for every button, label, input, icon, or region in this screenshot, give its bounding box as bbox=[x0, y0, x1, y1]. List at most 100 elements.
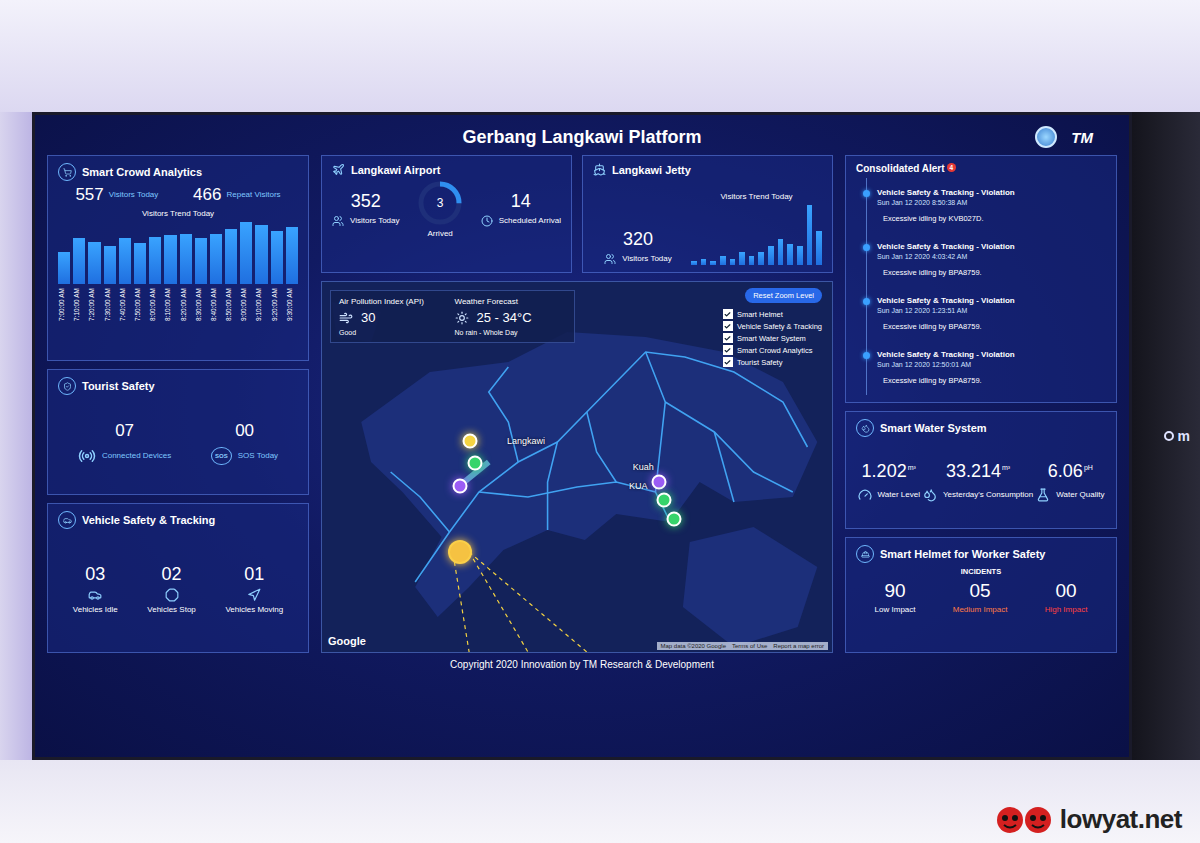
side-screen-text: m bbox=[1164, 428, 1190, 444]
chart-bar bbox=[119, 238, 131, 283]
chart-bar bbox=[210, 234, 222, 284]
jetty-panel: Langkawi Jetty320Visitors TodayVisitors … bbox=[582, 155, 833, 273]
map-pin[interactable] bbox=[448, 540, 472, 564]
chart-bar bbox=[240, 222, 252, 284]
checkbox[interactable] bbox=[723, 345, 733, 355]
chart-bar bbox=[797, 246, 803, 265]
panel-title: Langkawi Airport bbox=[351, 164, 440, 176]
environment-box: Air Pollution Index (API)30GoodWeather F… bbox=[330, 290, 575, 343]
stat-value: 557 bbox=[75, 185, 103, 205]
check-icon bbox=[724, 323, 731, 330]
wall-left bbox=[0, 112, 32, 760]
map-pin[interactable] bbox=[462, 434, 477, 449]
photo-page: Gerbang Langkawi PlatformTM Smart Crowd A… bbox=[0, 0, 1200, 843]
axis-label: 8:20:00 AM bbox=[180, 288, 192, 332]
chart-bar bbox=[730, 259, 736, 265]
chart-bar bbox=[134, 243, 146, 284]
helmet-stat: 00High Impact bbox=[1045, 580, 1088, 614]
helmet-stats: 90Low Impact05Medium Impact00High Impact bbox=[856, 580, 1106, 614]
watermark-logo-icon bbox=[996, 806, 1054, 834]
layer-checkbox[interactable]: Smart Water System bbox=[723, 333, 822, 343]
map-pin[interactable] bbox=[468, 456, 483, 471]
api-title: Air Pollution Index (API) bbox=[339, 297, 451, 306]
place-label: Langkawi bbox=[507, 436, 545, 446]
layer-checkbox[interactable]: Smart Crowd Analytics bbox=[723, 345, 822, 355]
tourist-stat: 07Connected Devices bbox=[78, 421, 171, 465]
layer-checkbox[interactable]: Tourist Safety bbox=[723, 357, 822, 367]
chart-bar bbox=[271, 231, 283, 284]
arrived-ring: 3Arrived bbox=[417, 180, 463, 239]
checkbox[interactable] bbox=[723, 321, 733, 331]
chart-bar bbox=[787, 244, 793, 265]
map-panel[interactable]: Air Pollution Index (API)30GoodWeather F… bbox=[321, 281, 833, 653]
chart-axis: 7:00:00 AM7:10:00 AM7:20:00 AM7:30:00 AM… bbox=[58, 288, 298, 332]
stat-value: 33.214m³ bbox=[946, 461, 1010, 482]
alert-item[interactable]: Vehicle Safety & Tracking - ViolationSun… bbox=[877, 350, 1106, 385]
axis-label: 7:30:00 AM bbox=[104, 288, 116, 332]
map-pin[interactable] bbox=[656, 493, 671, 508]
checkbox[interactable] bbox=[723, 357, 733, 367]
chart-bar bbox=[225, 229, 237, 283]
stat-label: SOS Today bbox=[238, 451, 278, 461]
title-bar: Gerbang Langkawi PlatformTM bbox=[47, 119, 1117, 155]
vehicle-stat: 01 Vehicles Moving bbox=[225, 564, 283, 614]
car-glyph-icon bbox=[63, 516, 72, 525]
airport-visitors: 352Visitors Today bbox=[332, 191, 400, 227]
chart-bar bbox=[749, 256, 755, 265]
layer-list: Smart Helmet Vehicle Safety & Tracking Sma… bbox=[723, 309, 822, 367]
stat-value: 05 bbox=[970, 580, 991, 602]
side-dot-icon bbox=[1164, 431, 1174, 441]
reset-zoom-button[interactable]: Reset Zoom Level bbox=[745, 288, 822, 303]
stat-label: Vehicles Moving bbox=[225, 605, 283, 615]
alert-item[interactable]: Vehicle Safety & Tracking - ViolationSun… bbox=[877, 242, 1106, 277]
map-pin[interactable] bbox=[651, 474, 666, 489]
stat-label: Visitors Today bbox=[109, 190, 159, 200]
map-pin[interactable] bbox=[452, 478, 467, 493]
chart-bar bbox=[73, 238, 85, 283]
checkbox[interactable] bbox=[723, 309, 733, 319]
stat-label: Visitors Today bbox=[350, 216, 400, 226]
alert-item[interactable]: Vehicle Safety & Tracking - ViolationSun… bbox=[877, 188, 1106, 223]
map-pin[interactable] bbox=[666, 511, 681, 526]
stat-label: Repeat Visitors bbox=[226, 190, 280, 200]
users-icon bbox=[332, 215, 344, 227]
attribution-link[interactable]: Report a map error bbox=[773, 643, 824, 649]
wall-bottom: lowyat.net bbox=[0, 760, 1200, 843]
chart-bar bbox=[255, 225, 267, 284]
panel-header: Consolidated Alert4 bbox=[856, 163, 1106, 174]
dashboard-screen: Gerbang Langkawi PlatformTM Smart Crowd A… bbox=[32, 112, 1132, 760]
wall-top bbox=[0, 0, 1200, 112]
axis-label: 8:00:00 AM bbox=[149, 288, 161, 332]
api-cell: Air Pollution Index (API)30Good bbox=[339, 297, 451, 336]
stat-value: 00 bbox=[1055, 580, 1076, 602]
layer-label: Vehicle Safety & Tracking bbox=[737, 322, 822, 331]
axis-label: 7:10:00 AM bbox=[73, 288, 85, 332]
watermark: lowyat.net bbox=[996, 804, 1182, 835]
chart-bar bbox=[58, 252, 70, 284]
stat-value: 01 bbox=[244, 564, 264, 585]
layer-checkbox[interactable]: Smart Helmet bbox=[723, 309, 822, 319]
chart-bar bbox=[164, 235, 176, 283]
attribution-link[interactable]: Map data ©2020 Google bbox=[661, 643, 726, 649]
layer-checkbox[interactable]: Vehicle Safety & Tracking bbox=[723, 321, 822, 331]
axis-label: 7:50:00 AM bbox=[134, 288, 146, 332]
chart-bar bbox=[710, 261, 716, 265]
chart-title: Visitors Trend Today bbox=[58, 209, 298, 218]
axis-label: 8:50:00 AM bbox=[225, 288, 237, 332]
attribution-link[interactable]: Terms of Use bbox=[732, 643, 767, 649]
tm-logo: TM bbox=[1071, 129, 1093, 146]
place-label: KUA bbox=[629, 481, 648, 491]
crowd-stat: 466Repeat Visitors bbox=[193, 185, 280, 205]
weather-value-row: 25 - 34°C bbox=[455, 310, 567, 325]
stat-label: Visitors Today bbox=[622, 254, 672, 264]
checkbox[interactable] bbox=[723, 333, 733, 343]
alert-title: Vehicle Safety & Tracking - Violation bbox=[877, 188, 1106, 197]
alert-time: Sun Jan 12 2020 4:03:42 AM bbox=[877, 253, 1106, 260]
alert-item[interactable]: Vehicle Safety & Tracking - ViolationSun… bbox=[877, 296, 1106, 331]
alert-panel: Consolidated Alert4 Vehicle Safety & Trac… bbox=[845, 155, 1117, 403]
navigation-icon bbox=[247, 588, 261, 602]
stat-value: 03 bbox=[85, 564, 105, 585]
stat-value: 02 bbox=[162, 564, 182, 585]
check-icon bbox=[724, 347, 731, 354]
stat-label-row: Visitors Today bbox=[604, 253, 672, 265]
